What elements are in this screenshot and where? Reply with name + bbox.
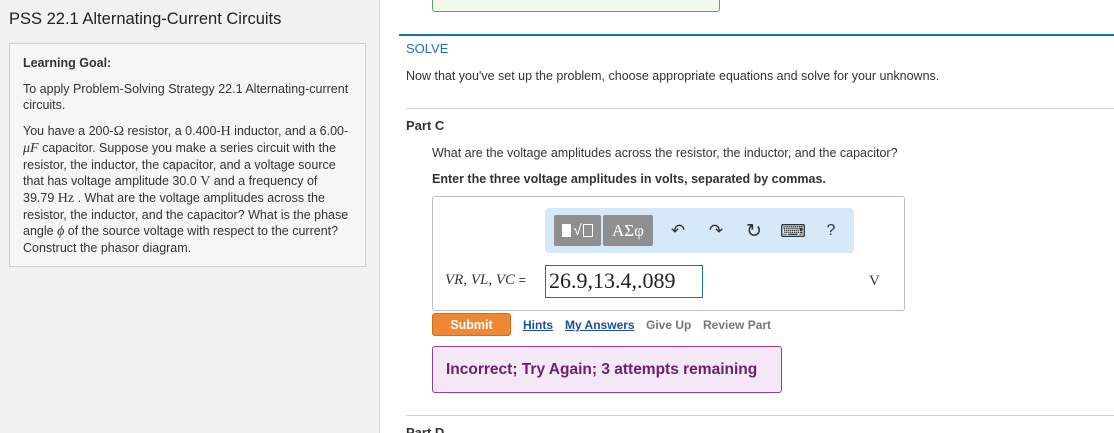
solve-instructions: Now that you've set up the problem, choo…: [406, 69, 940, 83]
my-answers-link[interactable]: My Answers: [565, 318, 635, 332]
reset-icon[interactable]: ↻: [742, 220, 766, 242]
problem-statement: You have a 200-Ω resistor, a 0.400-H ind…: [23, 124, 349, 255]
unit-label: V: [869, 273, 880, 289]
previous-part-feedback-box: [432, 0, 720, 12]
redo-icon[interactable]: ↷: [704, 220, 728, 242]
learning-goal-text: To apply Problem-Solving Strategy 22.1 A…: [23, 82, 349, 112]
math-toolbar: √ ΑΣφ ↶ ↷ ↻ ⌨ ?: [545, 208, 854, 253]
undo-icon[interactable]: ↶: [666, 220, 690, 242]
sqrt-icon: √: [573, 222, 582, 239]
square-outline-icon: [582, 224, 593, 237]
assignment-title: PSS 22.1 Alternating-Current Circuits: [9, 10, 282, 28]
help-button[interactable]: ?: [819, 220, 843, 242]
part-divider: [406, 108, 1114, 109]
feedback-message: Incorrect; Try Again; 3 attempts remaini…: [432, 346, 782, 393]
give-up-link[interactable]: Give Up: [646, 318, 691, 332]
solve-divider: [399, 34, 1114, 36]
part-d-label: Part D: [406, 425, 445, 433]
symbols-button[interactable]: ΑΣφ: [603, 215, 653, 246]
solve-heading: SOLVE: [406, 41, 449, 56]
part-c-instruction: Enter the three voltage amplitudes in vo…: [432, 172, 826, 186]
learning-goal-label: Learning Goal:: [23, 56, 112, 70]
learning-goal-box: Learning Goal: To apply Problem-Solving …: [9, 43, 366, 267]
part-c-question: What are the voltage amplitudes across t…: [432, 146, 898, 160]
answer-input[interactable]: 26.9,13.4,.089: [545, 265, 703, 298]
equation-label: VR, VL, VC =: [445, 272, 526, 288]
square-icon: [562, 224, 572, 237]
part-divider-bottom: [406, 415, 1114, 416]
review-part-link[interactable]: Review Part: [703, 318, 771, 332]
answer-area: √ ΑΣφ ↶ ↷ ↻ ⌨ ? VR, VL, VC = 26.9,13.4,.…: [432, 196, 905, 311]
left-panel: PSS 22.1 Alternating-Current Circuits Le…: [0, 0, 380, 433]
keyboard-icon[interactable]: ⌨: [780, 220, 806, 242]
templates-button[interactable]: √: [554, 215, 601, 246]
submit-button[interactable]: Submit: [432, 313, 511, 336]
part-c-label: Part C: [406, 118, 445, 133]
hints-link[interactable]: Hints: [523, 318, 553, 332]
